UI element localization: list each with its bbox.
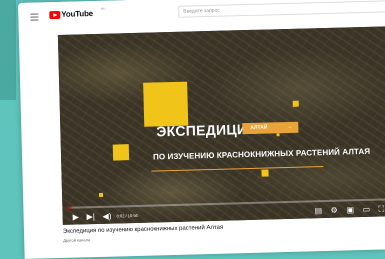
browser-window: YouTube RU Введите запрос ЭКСПЕДИЦИЯ АЛТ…	[18, 0, 385, 259]
volume-icon[interactable]: ◀)	[102, 212, 111, 221]
decor-square	[98, 192, 104, 197]
next-icon[interactable]: ▶|	[87, 212, 95, 221]
decor-square	[143, 81, 189, 127]
menu-icon[interactable]	[30, 13, 39, 22]
decor-square	[112, 144, 130, 161]
miniplayer-icon[interactable]: ▣	[346, 205, 354, 214]
settings-icon[interactable]: ⚙	[330, 206, 337, 215]
arrow-right-icon: →	[287, 123, 293, 130]
decor-square	[292, 100, 299, 107]
channel-name[interactable]: Другой канала	[63, 237, 90, 243]
progress-fill	[68, 206, 72, 209]
decor-square	[261, 169, 269, 177]
video-player[interactable]: ЭКСПЕДИЦИЯ АЛТАЙ → ПО ИЗУЧЕНИЮ КРАСНОКНИ…	[57, 26, 385, 225]
subtitles-icon[interactable]: ▤	[314, 206, 322, 215]
decor-square	[276, 133, 280, 137]
time-display: 0:02 / 10:56	[116, 212, 138, 219]
theater-icon[interactable]: ▭	[362, 205, 370, 214]
region-tag-label: АЛТАЙ	[250, 124, 268, 131]
play-icon[interactable]: ▶	[73, 212, 79, 221]
fullscreen-icon[interactable]: ⛶	[378, 204, 384, 213]
region-tag: АЛТАЙ →	[242, 121, 299, 135]
video-caption: Экспедиция по изучению краснокнижных рас…	[62, 224, 224, 235]
side-tab	[0, 0, 16, 100]
search-input[interactable]: Введите запрос	[178, 0, 385, 18]
youtube-logo-text[interactable]: YouTube	[61, 9, 93, 19]
youtube-play-icon[interactable]	[49, 10, 61, 20]
region-label: RU	[101, 6, 106, 11]
